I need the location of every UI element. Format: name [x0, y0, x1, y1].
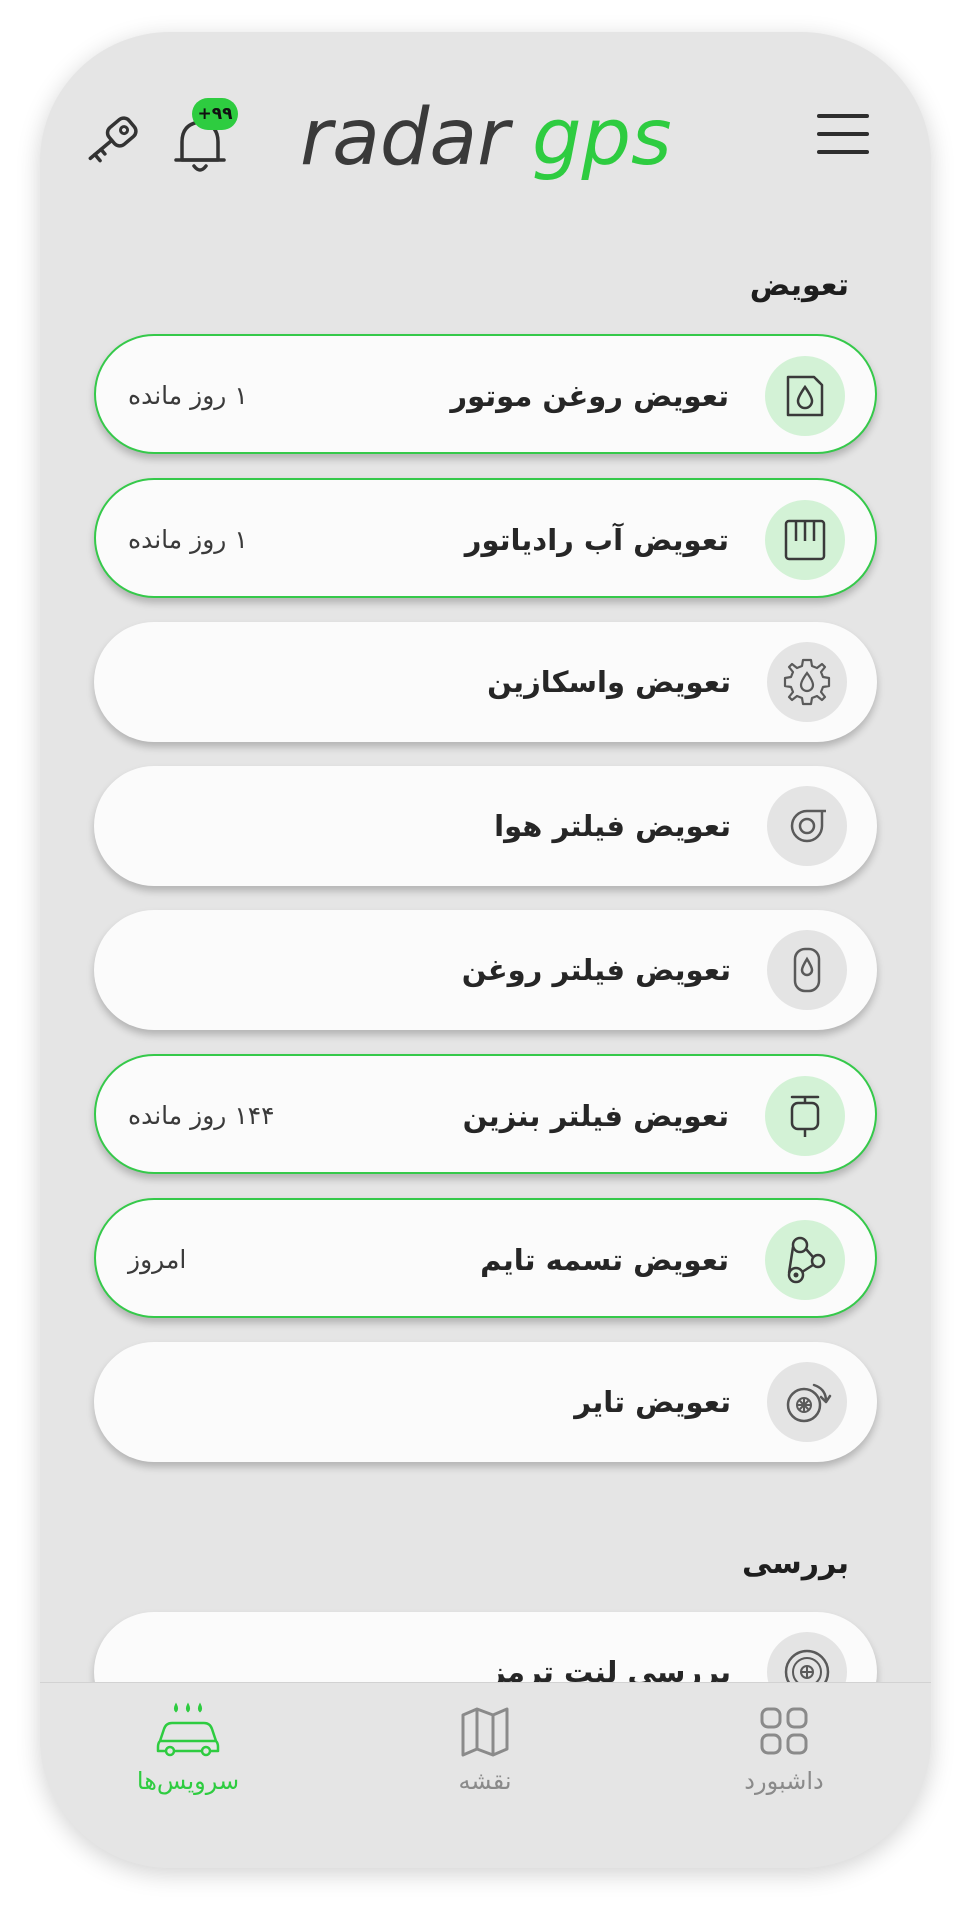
radargps-logo: radar gps	[300, 93, 672, 183]
service-card-gear-oil[interactable]: تعویض واسکازین	[94, 622, 877, 742]
icon-circle	[765, 1076, 845, 1156]
service-label: تعویض فیلتر هوا	[494, 809, 731, 843]
service-card-fuel-filter[interactable]: تعویض فیلتر بنزین ۱۴۴ روز مانده	[94, 1054, 877, 1174]
fuel-filter-icon	[790, 1095, 820, 1137]
icon-circle	[767, 930, 847, 1010]
map-icon	[461, 1707, 509, 1757]
svg-text:radar: radar	[300, 93, 514, 183]
oil-can-icon	[786, 375, 824, 417]
service-label: تعویض فیلتر بنزین	[462, 1099, 729, 1133]
nav-map[interactable]: نقشه	[395, 1701, 575, 1811]
bottom-navigation: سرویس‌ها نقشه داشبورد	[40, 1682, 931, 1868]
nav-dashboard[interactable]: داشبورد	[694, 1701, 874, 1811]
icon-circle	[767, 786, 847, 866]
remaining-days: ۱۴۴ روز مانده	[128, 1101, 275, 1130]
section-title-replace: تعویض	[749, 268, 849, 303]
gear-oil-icon	[783, 658, 831, 706]
oil-filter-icon	[793, 947, 821, 993]
service-label: تعویض فیلتر روغن	[461, 953, 731, 987]
nav-dashboard-label: داشبورد	[744, 1767, 824, 1795]
radiator-icon	[784, 519, 826, 561]
service-card-radiator[interactable]: تعویض آب رادیاتور ۱ روز مانده	[94, 478, 877, 598]
svg-text:gps: gps	[532, 93, 672, 183]
key-icon[interactable]	[76, 106, 146, 176]
app-header: radar gps +۹۹	[40, 32, 931, 232]
icon-circle	[765, 1220, 845, 1300]
hamburger-menu-icon[interactable]	[817, 112, 869, 156]
service-card-tire[interactable]: تعویض تایر	[94, 1342, 877, 1462]
nav-services-label: سرویس‌ها	[136, 1767, 240, 1795]
phone-screen: radar gps +۹۹ تعویض تعویض روغن موتور ۱ ر…	[40, 32, 931, 1868]
nav-services[interactable]: سرویس‌ها	[98, 1701, 278, 1811]
section-title-inspect: بررسی	[741, 1546, 849, 1581]
dashboard-grid-icon	[760, 1707, 808, 1755]
service-card-air-filter[interactable]: تعویض فیلتر هوا	[94, 766, 877, 886]
nav-map-label: نقشه	[458, 1767, 512, 1795]
air-filter-icon	[790, 809, 826, 843]
icon-circle	[767, 1362, 847, 1442]
icon-circle	[765, 500, 845, 580]
service-card-oil-filter[interactable]: تعویض فیلتر روغن	[94, 910, 877, 1030]
service-label: تعویض واسکازین	[487, 665, 731, 699]
tire-icon	[786, 1383, 832, 1423]
service-label: تعویض تسمه تایم	[480, 1243, 729, 1277]
car-service-icon	[156, 1702, 220, 1757]
timing-belt-icon	[787, 1236, 826, 1284]
service-card-engine-oil[interactable]: تعویض روغن موتور ۱ روز مانده	[94, 334, 877, 454]
notification-count-badge: +۹۹	[192, 98, 238, 130]
service-card-timing-belt[interactable]: تعویض تسمه تایم امروز	[94, 1198, 877, 1318]
remaining-days: ۱ روز مانده	[128, 525, 248, 554]
remaining-days: امروز	[128, 1245, 187, 1274]
service-label: تعویض روغن موتور	[450, 379, 729, 413]
remaining-days: ۱ روز مانده	[128, 381, 248, 410]
icon-circle	[767, 642, 847, 722]
service-label: تعویض تایر	[574, 1385, 731, 1419]
icon-circle	[765, 356, 845, 436]
service-label: تعویض آب رادیاتور	[464, 523, 729, 557]
